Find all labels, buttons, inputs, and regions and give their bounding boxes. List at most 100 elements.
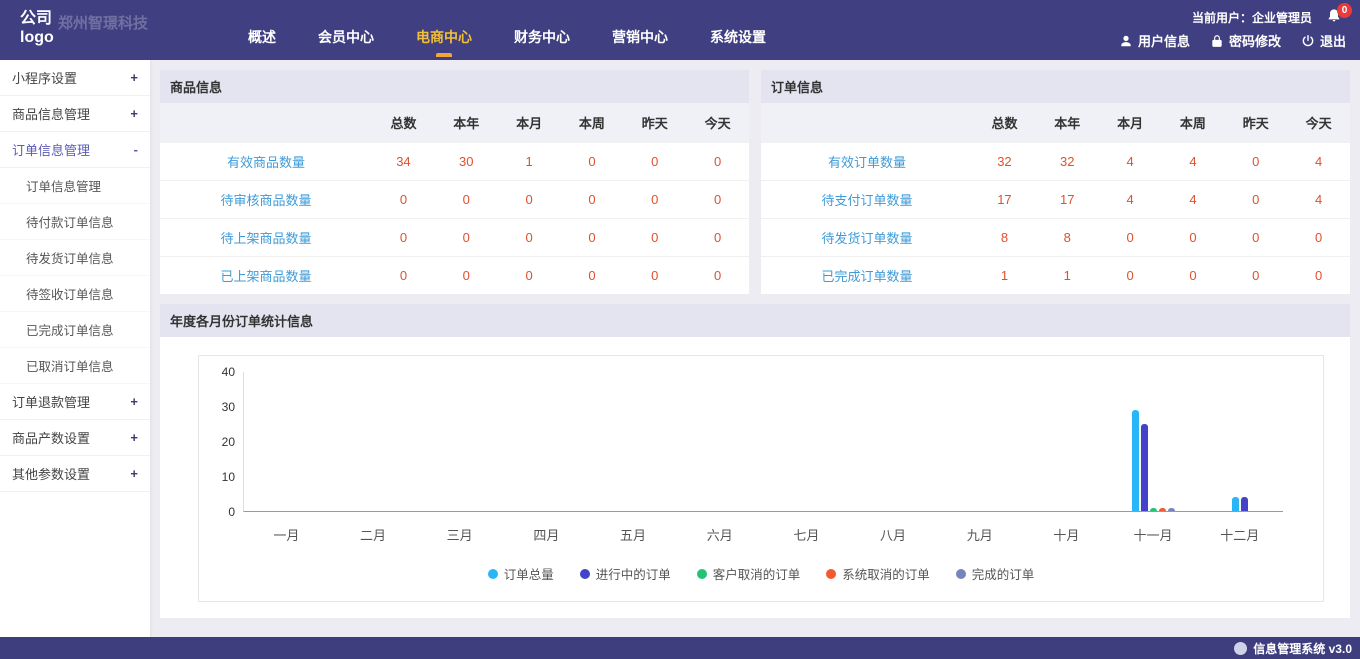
expand-icon[interactable]: +	[130, 394, 138, 409]
sidebar-menu: 小程序设置+ 商品信息管理 + 订单信息管理-订单信息管理待付款订单信息待发货订单信息…	[0, 60, 150, 492]
footer-version-text: 信息管理系统 v3.0	[1253, 640, 1352, 657]
expand-icon[interactable]: +	[130, 70, 138, 85]
row-label-link[interactable]: 待审核商品数量	[160, 181, 372, 219]
collapse-icon[interactable]: -	[134, 142, 138, 157]
nav-item-5[interactable]: 营销中心	[612, 27, 668, 47]
table-row: 待发货订单数量880000	[761, 219, 1350, 257]
table-row: 有效商品数量34301000	[160, 143, 749, 181]
col-header-empty	[160, 103, 372, 143]
product-panel-title: 商品信息	[160, 70, 749, 103]
chart-y-axis: 010203040	[209, 372, 243, 512]
sidebar-item-3-2[interactable]: 待付款订单信息	[0, 204, 150, 240]
user-icon	[1119, 34, 1133, 48]
table-row: 已上架商品数量000000	[160, 257, 749, 295]
x-tick-label: 四月	[503, 525, 590, 544]
bar-group-10	[1023, 372, 1110, 511]
nav-item-6[interactable]: 系统设置	[710, 27, 766, 47]
legend-dot	[697, 569, 707, 579]
sidebar-item-3-1[interactable]: 订单信息管理	[0, 168, 150, 204]
chart-bar	[1168, 508, 1175, 512]
sidebar-section-label: 商品信息管理	[12, 104, 90, 123]
user-area: 当前用户：企业管理员 0 用户信息密码修改退出	[1119, 0, 1360, 60]
product-panel: 商品信息 总数本年本月本周昨天今天 有效商品数量34301000待审核商品数量 0…	[160, 70, 749, 294]
col-header: 本年	[435, 103, 498, 143]
x-tick-label: 九月	[936, 525, 1023, 544]
table-row: 有效订单数量32324404	[761, 143, 1350, 181]
row-label-link[interactable]: 有效订单数量	[761, 143, 973, 181]
expand-icon[interactable]: +	[130, 466, 138, 481]
legend-item-1[interactable]: 订单总量	[488, 564, 554, 583]
stat-value: 17	[973, 181, 1036, 219]
nav-item-1[interactable]: 概述	[248, 27, 276, 47]
expand-icon[interactable]: +	[130, 430, 138, 445]
notification-bell-icon[interactable]: 0	[1326, 8, 1346, 26]
legend-dot	[956, 569, 966, 579]
stat-value: 1	[973, 257, 1036, 295]
header-action-user[interactable]: 用户信息	[1119, 31, 1190, 50]
x-tick-label: 八月	[850, 525, 937, 544]
stat-value: 8	[1036, 219, 1099, 257]
stat-value: 32	[1036, 143, 1099, 181]
chart-panel-title: 年度各月份订单统计信息	[160, 304, 1350, 337]
stat-value: 0	[1224, 143, 1287, 181]
product-table-header-row: 总数本年本月本周昨天今天	[160, 103, 749, 143]
bar-group-7	[764, 372, 851, 511]
sidebar-section-5[interactable]: 商品产数设置+	[0, 420, 150, 456]
stat-value: 0	[561, 219, 624, 257]
bar-group-6	[677, 372, 764, 511]
row-label-link[interactable]: 已上架商品数量	[160, 257, 372, 295]
stat-value: 0	[1099, 257, 1162, 295]
stat-value: 0	[1287, 257, 1350, 295]
legend-label: 系统取消的订单	[842, 564, 930, 583]
sidebar-item-3-4[interactable]: 待签收订单信息	[0, 276, 150, 312]
stat-value: 0	[623, 181, 686, 219]
row-label-link[interactable]: 待发货订单数量	[761, 219, 973, 257]
expand-icon[interactable]: +	[130, 106, 138, 121]
legend-item-4[interactable]: 系统取消的订单	[826, 564, 930, 583]
row-label-link[interactable]: 待支付订单数量	[761, 181, 973, 219]
legend-item-5[interactable]: 完成的订单	[956, 564, 1035, 583]
header-action-power[interactable]: 退出	[1301, 31, 1346, 50]
sidebar-section-6[interactable]: 其他参数设置+	[0, 456, 150, 492]
sidebar-section-2[interactable]: 商品信息管理 +	[0, 96, 150, 132]
legend-dot	[488, 569, 498, 579]
stat-value: 32	[973, 143, 1036, 181]
legend-item-3[interactable]: 客户取消的订单	[697, 564, 801, 583]
stat-value: 0	[561, 181, 624, 219]
legend-label: 客户取消的订单	[713, 564, 801, 583]
row-label-link[interactable]: 已完成订单数量	[761, 257, 973, 295]
x-tick-label: 六月	[676, 525, 763, 544]
nav-item-4[interactable]: 财务中心	[514, 27, 570, 47]
col-header: 本月	[1099, 103, 1162, 143]
sidebar-item-3-3[interactable]: 待发货订单信息	[0, 240, 150, 276]
x-tick-label: 五月	[590, 525, 677, 544]
stat-value: 30	[435, 143, 498, 181]
stat-value: 34	[372, 143, 435, 181]
nav-item-2[interactable]: 会员中心	[318, 27, 374, 47]
sidebar-section-1[interactable]: 小程序设置+	[0, 60, 150, 96]
bar-group-12	[1196, 372, 1283, 511]
footer-info-icon	[1234, 642, 1247, 655]
sidebar-item-3-6[interactable]: 已取消订单信息	[0, 348, 150, 384]
sidebar-item-3-5[interactable]: 已完成订单信息	[0, 312, 150, 348]
notification-badge: 0	[1337, 3, 1352, 18]
sidebar-section-3[interactable]: 订单信息管理-	[0, 132, 150, 168]
legend-dot	[826, 569, 836, 579]
order-table-header-row: 总数本年本月本周昨天今天	[761, 103, 1350, 143]
bar-group-11	[1110, 372, 1197, 511]
table-row: 待支付订单数量17174404	[761, 181, 1350, 219]
logo-text-line1: 公司	[20, 9, 160, 28]
sidebar-section-4[interactable]: 订单退款管理+	[0, 384, 150, 420]
row-label-link[interactable]: 待上架商品数量	[160, 219, 372, 257]
x-tick-label: 十二月	[1196, 525, 1283, 544]
header-action-lock[interactable]: 密码修改	[1210, 31, 1281, 50]
chart-bar	[1132, 410, 1139, 512]
legend-label: 订单总量	[504, 564, 554, 583]
bar-group-5	[590, 372, 677, 511]
nav-item-3[interactable]: 电商中心	[416, 27, 472, 47]
stat-value: 0	[435, 257, 498, 295]
table-row: 待审核商品数量000000	[160, 181, 749, 219]
chart-legend: 订单总量 进行中的订单 客户取消的订单 系统取消的订单 完成的订单	[209, 564, 1313, 583]
legend-item-2[interactable]: 进行中的订单	[580, 564, 671, 583]
row-label-link[interactable]: 有效商品数量	[160, 143, 372, 181]
